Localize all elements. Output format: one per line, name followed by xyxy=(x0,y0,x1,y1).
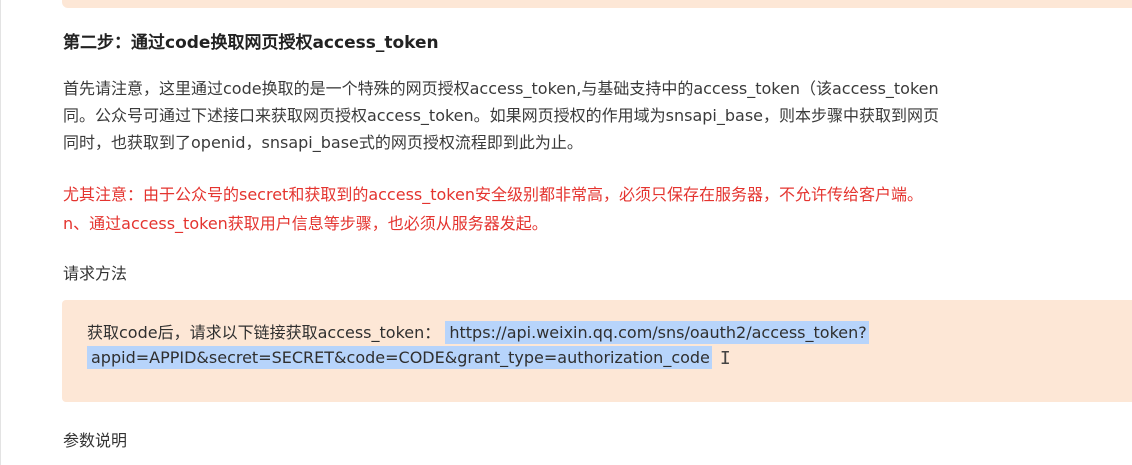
request-method-heading: 请求方法 xyxy=(63,264,128,283)
intro-line: 同时，也获取到了openid，snsapi_base式的网页授权流程即到此为止。 xyxy=(63,133,583,152)
previous-code-box xyxy=(62,0,1132,8)
security-warning: 尤其注意：由于公众号的secret和获取到的access_token安全级别都非… xyxy=(63,180,1132,238)
warning-line: n、通过access_token获取用户信息等步骤，也必须从服务器发起。 xyxy=(63,214,548,233)
step-heading: 第二步：通过code换取网页授权access_token xyxy=(63,33,439,53)
request-prefix: 获取code后，请求以下链接获取access_token： xyxy=(87,323,441,342)
request-line-1: 获取code后，请求以下链接获取access_token： https://ap… xyxy=(87,319,869,344)
page-left-border xyxy=(0,0,1,465)
intro-paragraph: 首先请注意，这里通过code换取的是一个特殊的网页授权access_token,… xyxy=(63,75,1132,156)
parameters-heading: 参数说明 xyxy=(63,431,128,450)
selected-url-part-1[interactable]: https://api.weixin.qq.com/sns/oauth2/acc… xyxy=(445,321,869,344)
selected-url-part-2[interactable]: appid=APPID&secret=SECRET&code=CODE&gran… xyxy=(87,346,712,369)
request-line-2: appid=APPID&secret=SECRET&code=CODE&gran… xyxy=(87,346,731,369)
warning-line: 尤其注意：由于公众号的secret和获取到的access_token安全级别都非… xyxy=(63,185,923,204)
request-code-box: 获取code后，请求以下链接获取access_token： https://ap… xyxy=(62,300,1132,402)
intro-line: 同。公众号可通过下述接口来获取网页授权access_token。如果网页授权的作… xyxy=(63,106,940,125)
text-cursor-icon: I xyxy=(719,348,731,369)
intro-line: 首先请注意，这里通过code换取的是一个特殊的网页授权access_token,… xyxy=(63,79,939,98)
